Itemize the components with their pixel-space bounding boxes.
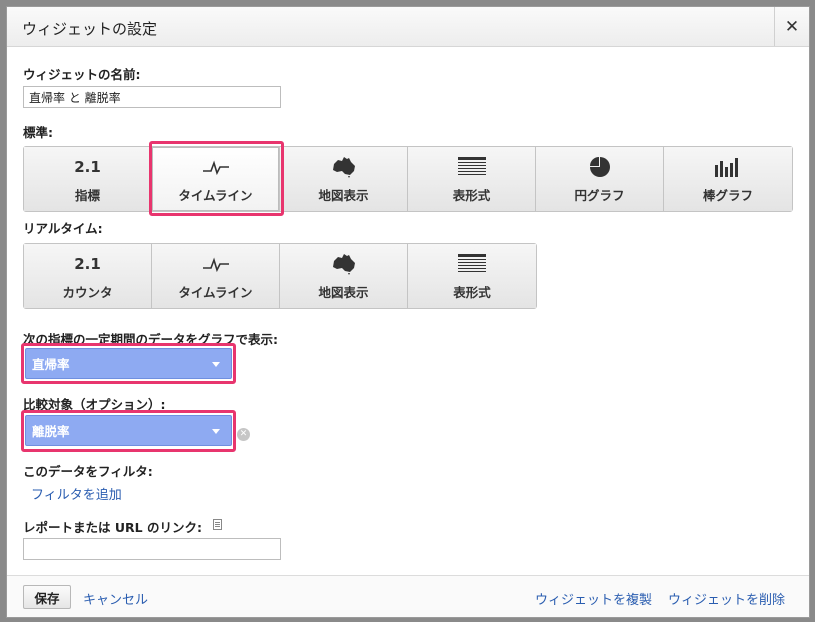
chevron-down-icon <box>212 362 220 367</box>
chevron-down-icon <box>212 429 220 434</box>
close-button[interactable]: ✕ <box>774 7 809 46</box>
duplicate-widget-link[interactable]: ウィジェットを複製 <box>535 589 652 608</box>
standard-label: 標準: <box>23 125 53 140</box>
button-label: 地図表示 <box>318 187 369 203</box>
cancel-link[interactable]: キャンセル <box>83 589 148 608</box>
add-filter-link[interactable]: フィルタを追加 <box>31 484 122 503</box>
button-label: カウンタ <box>62 284 113 300</box>
standard-visualization-buttons: 2.1 指標 タイムライン 地図表示 表形式 円グラフ 棒グラフ <box>23 146 793 212</box>
table-icon <box>457 155 486 179</box>
save-button[interactable]: 保存 <box>23 585 71 609</box>
australia-map-icon <box>331 155 357 179</box>
filter-label: このデータをフィルタ: <box>23 464 153 479</box>
standard-bar-button[interactable]: 棒グラフ <box>664 147 792 211</box>
delete-widget-link[interactable]: ウィジェットを削除 <box>668 589 785 608</box>
realtime-label: リアルタイム: <box>23 221 103 236</box>
report-link-label: レポートまたは URL のリンク: <box>23 520 202 535</box>
close-icon: ✕ <box>784 16 800 37</box>
australia-map-icon <box>331 252 357 276</box>
button-label: タイムライン <box>178 187 253 203</box>
dialog-titlebar: ウィジェットの設定 ✕ <box>7 7 809 47</box>
dialog-footer: 保存 キャンセル ウィジェットを複製 ウィジェットを削除 <box>7 575 809 617</box>
pie-chart-icon <box>589 155 611 179</box>
clear-icon[interactable]: ✕ <box>237 428 250 441</box>
realtime-table-button[interactable]: 表形式 <box>408 244 536 308</box>
metric-select[interactable]: 直帰率 <box>25 348 232 379</box>
button-label: 地図表示 <box>318 284 369 300</box>
widget-name-label: ウィジェットの名前: <box>23 67 141 82</box>
timeline-icon <box>202 252 230 276</box>
note-icon <box>213 519 222 530</box>
compare-label: 比較対象（オプション）: <box>23 397 166 412</box>
standard-pie-button[interactable]: 円グラフ <box>536 147 664 211</box>
dialog-title: ウィジェットの設定 <box>22 20 158 38</box>
table-icon <box>458 252 486 276</box>
standard-timeline-button[interactable]: タイムライン <box>152 147 280 211</box>
button-label: 指標 <box>74 187 100 203</box>
number-icon: 2.1 <box>74 157 101 176</box>
standard-map-button[interactable]: 地図表示 <box>280 147 408 211</box>
button-label: 表形式 <box>452 187 491 203</box>
timeline-icon <box>202 155 230 179</box>
realtime-timeline-button[interactable]: タイムライン <box>152 244 280 308</box>
report-link-input[interactable] <box>23 538 281 560</box>
button-label: 棒グラフ <box>702 187 753 203</box>
realtime-counter-button[interactable]: 2.1 カウンタ <box>24 244 152 308</box>
metric-label: 次の指標の一定期間のデータをグラフで表示: <box>23 332 278 347</box>
number-icon: 2.1 <box>74 254 101 273</box>
widget-settings-dialog: ウィジェットの設定 ✕ ウィジェットの名前: 標準: 2.1 指標 タイムライン… <box>6 6 810 618</box>
compare-select-value: 離脱率 <box>32 424 70 439</box>
compare-select[interactable]: 離脱率 <box>25 415 232 446</box>
bar-chart-icon <box>714 155 742 179</box>
button-label: 円グラフ <box>574 187 625 203</box>
metric-select-value: 直帰率 <box>32 357 70 372</box>
standard-table-button[interactable]: 表形式 <box>408 147 536 211</box>
widget-name-input[interactable] <box>23 86 281 108</box>
button-label: 表形式 <box>453 284 491 300</box>
realtime-visualization-buttons: 2.1 カウンタ タイムライン 地図表示 表形式 <box>23 243 537 309</box>
realtime-map-button[interactable]: 地図表示 <box>280 244 408 308</box>
button-label: タイムライン <box>178 284 253 300</box>
standard-metric-button[interactable]: 2.1 指標 <box>24 147 152 211</box>
